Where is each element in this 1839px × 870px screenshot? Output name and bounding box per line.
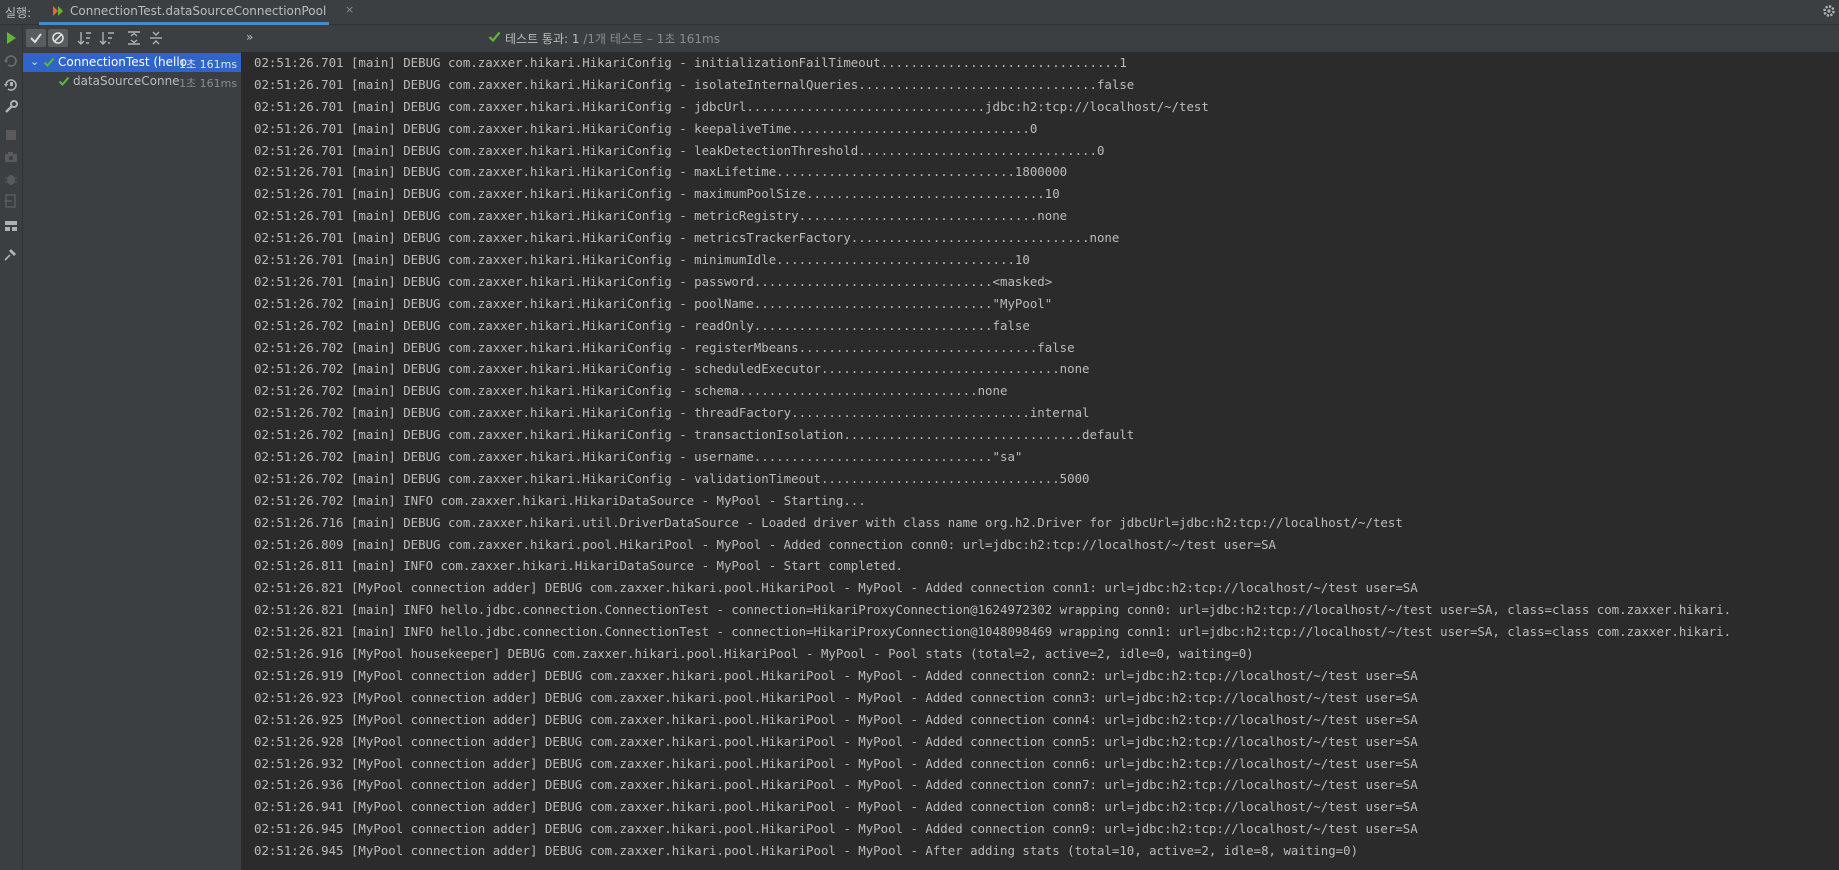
console-line: 02:51:26.811 [main] INFO com.zaxxer.hika… bbox=[254, 558, 904, 574]
junit-run-icon bbox=[53, 6, 63, 16]
debug-icon[interactable] bbox=[3, 171, 19, 187]
tree-item-time: 1초 161ms bbox=[179, 77, 238, 90]
console-output[interactable]: 02:51:26.701 [main] DEBUG com.zaxxer.hik… bbox=[242, 52, 1839, 870]
passed-check-icon bbox=[58, 76, 70, 86]
console-line: 02:51:26.716 [main] DEBUG com.zaxxer.hik… bbox=[254, 514, 1403, 530]
test-status-summary: 테스트 통과: 1 /1개 테스트 – 1초 161ms bbox=[505, 30, 720, 47]
console-line: 02:51:26.932 [MyPool connection adder] D… bbox=[254, 755, 1418, 771]
sort-alpha-icon bbox=[77, 32, 91, 45]
console-line: 02:51:26.945 [MyPool connection adder] D… bbox=[254, 821, 1418, 837]
more-actions-icon[interactable]: » bbox=[246, 30, 253, 44]
run-tab-bar: 실행: ConnectionTest.dataSourceConnectionP… bbox=[0, 0, 1839, 25]
left-toolbar bbox=[0, 25, 23, 870]
console-line: 02:51:26.701 [main] DEBUG com.zaxxer.hik… bbox=[254, 76, 1135, 92]
tree-item-datasource-connection-pool[interactable]: dataSourceConne 1초 161ms bbox=[23, 72, 241, 91]
run-label: 실행: bbox=[5, 6, 32, 20]
expand-all-button[interactable] bbox=[124, 29, 144, 47]
layout-icon[interactable] bbox=[3, 218, 19, 234]
console-line: 02:51:26.945 [MyPool connection adder] D… bbox=[254, 843, 1359, 859]
test-status-bar: » 테스트 통과: 1 /1개 테스트 – 1초 161ms bbox=[241, 25, 1839, 52]
camera-icon[interactable] bbox=[3, 149, 19, 165]
collapse-all-icon bbox=[150, 31, 162, 45]
console-line: 02:51:26.702 [main] DEBUG com.zaxxer.hik… bbox=[254, 405, 1090, 421]
test-status-prefix: 테스트 통과: 1 bbox=[505, 32, 580, 46]
console-line: 02:51:26.702 [main] DEBUG com.zaxxer.hik… bbox=[254, 427, 1135, 443]
show-passed-button[interactable] bbox=[26, 29, 46, 47]
console-line: 02:51:26.702 [main] DEBUG com.zaxxer.hik… bbox=[254, 470, 1090, 486]
sort-duration-button[interactable] bbox=[97, 29, 117, 47]
console-line: 02:51:26.702 [main] DEBUG com.zaxxer.hik… bbox=[254, 339, 1075, 355]
console-line: 02:51:26.701 [main] DEBUG com.zaxxer.hik… bbox=[254, 120, 1038, 136]
console-line: 02:51:26.923 [MyPool connection adder] D… bbox=[254, 689, 1418, 705]
console-line: 02:51:26.928 [MyPool connection adder] D… bbox=[254, 733, 1418, 749]
expand-all-icon bbox=[128, 31, 140, 45]
test-tree-panel: ⌄ ConnectionTest (hello 1초 161ms dataSou… bbox=[23, 25, 242, 870]
console-line: 02:51:26.919 [MyPool connection adder] D… bbox=[254, 667, 1418, 683]
chevron-down-icon[interactable]: ⌄ bbox=[30, 55, 39, 68]
tab-close-icon[interactable]: × bbox=[345, 3, 354, 16]
console-line: 02:51:26.809 [main] DEBUG com.zaxxer.hik… bbox=[254, 536, 1276, 552]
console-line: 02:51:26.936 [MyPool connection adder] D… bbox=[254, 777, 1418, 793]
show-ignored-button[interactable] bbox=[48, 29, 68, 47]
console-line: 02:51:26.701 [main] DEBUG com.zaxxer.hik… bbox=[254, 230, 1120, 246]
rerun-failed-icon[interactable] bbox=[3, 53, 19, 69]
exit-icon[interactable] bbox=[3, 193, 19, 209]
show-passed-icon bbox=[30, 33, 42, 44]
rerun-icon[interactable] bbox=[3, 30, 19, 46]
console-line: 02:51:26.702 [main] INFO com.zaxxer.hika… bbox=[254, 492, 866, 508]
console-line: 02:51:26.916 [MyPool housekeeper] DEBUG … bbox=[254, 646, 1254, 662]
console-line: 02:51:26.701 [main] DEBUG com.zaxxer.hik… bbox=[254, 208, 1068, 224]
console-line: 02:51:26.702 [main] DEBUG com.zaxxer.hik… bbox=[254, 295, 1053, 311]
tree-item-label: dataSourceConne bbox=[73, 74, 180, 88]
pin-icon[interactable] bbox=[3, 246, 19, 262]
passed-check-icon bbox=[43, 57, 55, 67]
wrench-icon[interactable] bbox=[3, 99, 19, 115]
console-line: 02:51:26.702 [main] DEBUG com.zaxxer.hik… bbox=[254, 449, 1023, 465]
console-line: 02:51:26.701 [main] DEBUG com.zaxxer.hik… bbox=[254, 164, 1068, 180]
gear-icon[interactable] bbox=[1822, 4, 1836, 18]
console-line: 02:51:26.701 [main] DEBUG com.zaxxer.hik… bbox=[254, 273, 1053, 289]
tree-item-connection-test[interactable]: ⌄ ConnectionTest (hello 1초 161ms bbox=[23, 53, 241, 72]
console-lines: 02:51:26.701 [main] DEBUG com.zaxxer.hik… bbox=[254, 52, 1731, 862]
console-line: 02:51:26.702 [main] DEBUG com.zaxxer.hik… bbox=[254, 383, 1008, 399]
sort-alpha-button[interactable] bbox=[75, 29, 95, 47]
run-tab-label: ConnectionTest.dataSourceConnectionPool bbox=[70, 4, 327, 18]
sort-duration-icon bbox=[99, 32, 114, 45]
console-line: 02:51:26.821 [MyPool connection adder] D… bbox=[254, 580, 1418, 596]
run-tab[interactable]: ConnectionTest.dataSourceConnectionPool … bbox=[39, 0, 354, 25]
stop-icon[interactable] bbox=[3, 127, 19, 143]
test-status-detail: /1개 테스트 – 1초 161ms bbox=[579, 32, 720, 46]
console-line: 02:51:26.701 [main] DEBUG com.zaxxer.hik… bbox=[254, 186, 1060, 202]
passed-check-icon bbox=[488, 31, 501, 43]
tree-item-label: ConnectionTest (hello bbox=[58, 55, 188, 69]
show-ignored-icon bbox=[52, 32, 64, 44]
console-line: 02:51:26.821 [main] INFO hello.jdbc.conn… bbox=[254, 602, 1732, 618]
console-line: 02:51:26.821 [main] INFO hello.jdbc.conn… bbox=[254, 624, 1732, 640]
collapse-all-button[interactable] bbox=[146, 29, 166, 47]
toggle-auto-test-icon[interactable] bbox=[3, 76, 19, 92]
console-line: 02:51:26.702 [main] DEBUG com.zaxxer.hik… bbox=[254, 361, 1090, 377]
console-line: 02:51:26.702 [main] DEBUG com.zaxxer.hik… bbox=[254, 317, 1030, 333]
console-line: 02:51:26.941 [MyPool connection adder] D… bbox=[254, 799, 1418, 815]
console-line: 02:51:26.701 [main] DEBUG com.zaxxer.hik… bbox=[254, 252, 1030, 268]
run-tool-window: 실행: ConnectionTest.dataSourceConnectionP… bbox=[0, 0, 1839, 870]
console-line: 02:51:26.701 [main] DEBUG com.zaxxer.hik… bbox=[254, 98, 1209, 114]
tree-item-time: 1초 161ms bbox=[179, 58, 238, 71]
test-tree-toolbar bbox=[23, 25, 241, 52]
console-line: 02:51:26.701 [main] DEBUG com.zaxxer.hik… bbox=[254, 142, 1105, 158]
console-line: 02:51:26.925 [MyPool connection adder] D… bbox=[254, 711, 1418, 727]
console-line: 02:51:26.701 [main] DEBUG com.zaxxer.hik… bbox=[254, 55, 1127, 70]
